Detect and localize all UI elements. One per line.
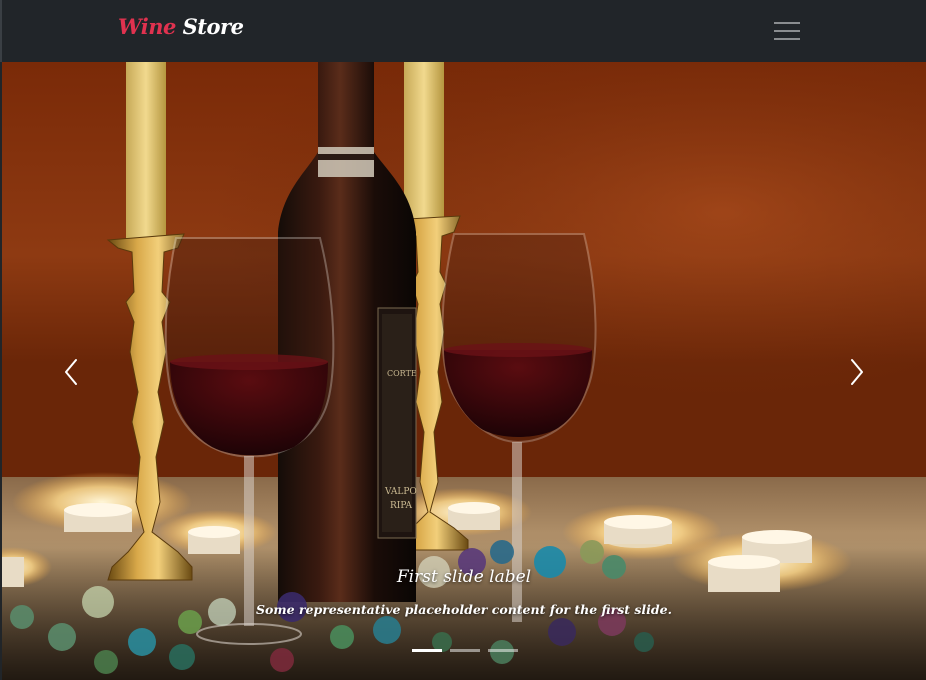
carousel-next-button[interactable]	[802, 332, 922, 412]
svg-text:RIPA: RIPA	[390, 501, 413, 511]
chevron-left-icon	[65, 359, 77, 385]
carousel-indicator-2[interactable]	[450, 649, 480, 652]
svg-text:VALPO: VALPO	[384, 487, 417, 497]
svg-text:CORTE: CORTE	[387, 369, 417, 378]
chevron-right-icon	[851, 359, 863, 385]
slide-image-wine-bottle: CORTE VALPO RIPA	[2, 62, 926, 680]
carousel-indicators	[412, 649, 522, 655]
image-carousel: CORTE VALPO RIPA First slide label Some …	[2, 62, 926, 680]
carousel-caption-title: First slide label	[396, 567, 532, 587]
brand-word-store: Store	[182, 14, 244, 39]
navbar-toggle-button[interactable]	[772, 18, 802, 44]
brand-logo[interactable]: Wine Store	[118, 14, 244, 39]
carousel-caption-text: Some representative placeholder content …	[256, 602, 672, 617]
carousel-prev-button[interactable]	[2, 332, 122, 412]
navbar: Wine Store	[0, 0, 926, 62]
carousel-indicator-3[interactable]	[488, 649, 518, 652]
brand-word-wine: Wine	[118, 14, 176, 39]
carousel-indicator-1[interactable]	[412, 649, 442, 652]
